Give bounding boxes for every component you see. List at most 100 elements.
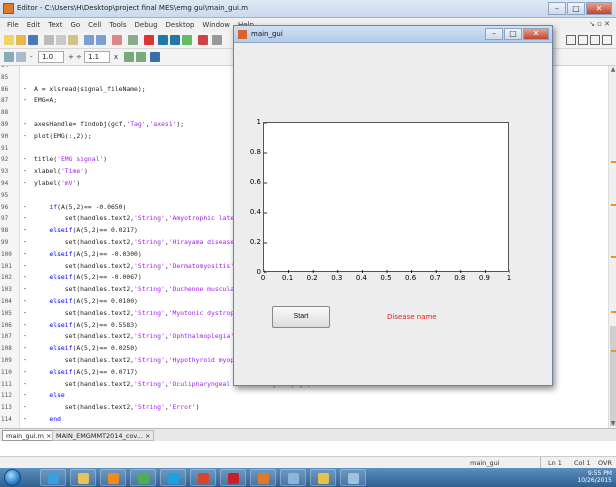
executable-line-marker[interactable]: -: [23, 119, 27, 131]
executable-line-marker[interactable]: -: [23, 261, 27, 273]
analyzer-marker[interactable]: [611, 350, 616, 352]
executable-line-marker[interactable]: -: [23, 272, 27, 284]
cell-advance-icon[interactable]: [136, 52, 146, 62]
find-icon[interactable]: [128, 35, 138, 45]
system-tray-clock[interactable]: 9:55 PM 10/26/2015: [577, 470, 612, 484]
code-line[interactable]: plot(EMG(:,2));: [34, 131, 92, 143]
plot-axes[interactable]: [263, 122, 510, 273]
cell-decrement-button[interactable]: -: [30, 52, 33, 62]
taskbar-media-button[interactable]: [100, 469, 126, 486]
start-menu-button[interactable]: [4, 469, 21, 486]
layout-tile-icon[interactable]: [566, 35, 576, 45]
scroll-thumb[interactable]: [610, 326, 616, 426]
executable-line-marker[interactable]: -: [23, 296, 27, 308]
step-icon[interactable]: [212, 35, 222, 45]
cell-times-button[interactable]: x: [114, 52, 118, 62]
taskbar-explorer-button[interactable]: [70, 469, 96, 486]
executable-line-marker[interactable]: -: [23, 367, 27, 379]
taskbar-app-button[interactable]: [280, 469, 306, 486]
scroll-down-icon[interactable]: ▼: [609, 420, 616, 428]
undo-icon[interactable]: [84, 35, 94, 45]
forward-icon[interactable]: [170, 35, 180, 45]
tab-main-gui[interactable]: main_gui.m ×: [2, 430, 56, 441]
code-line[interactable]: else: [34, 390, 64, 402]
layout-single-icon[interactable]: [602, 35, 612, 45]
code-line[interactable]: set(handles.text2,'String','Ophthalmople…: [34, 331, 238, 343]
executable-line-marker[interactable]: -: [23, 284, 27, 296]
executable-line-marker[interactable]: -: [23, 225, 27, 237]
code-line[interactable]: elseif(A(5,2)== -0.0300): [34, 249, 141, 261]
code-line[interactable]: set(handles.text2,'String','Error'): [34, 402, 200, 414]
code-line[interactable]: elseif(A(5,2)== 0.0717): [34, 367, 138, 379]
executable-line-marker[interactable]: -: [23, 390, 27, 402]
analyzer-marker[interactable]: [611, 204, 616, 206]
executable-line-marker[interactable]: -: [23, 414, 27, 426]
new-file-icon[interactable]: [4, 35, 14, 45]
paste-icon[interactable]: [68, 35, 78, 45]
analyzer-marker[interactable]: [611, 311, 616, 313]
code-line[interactable]: elseif(A(5,2)== -0.0067): [34, 272, 141, 284]
tab-main-emgmmt[interactable]: MAIN_EMGMMT2014_cov... ×: [52, 430, 155, 441]
taskbar-office-button[interactable]: [190, 469, 216, 486]
menu-item-desktop[interactable]: Desktop: [162, 18, 199, 32]
taskbar-skype-button[interactable]: [160, 469, 186, 486]
gui-maximize-button[interactable]: □: [504, 28, 522, 40]
cut-icon[interactable]: [44, 35, 54, 45]
taskbar-other-button[interactable]: [340, 469, 366, 486]
code-line[interactable]: elseif(A(5,2)== 0.0100): [34, 296, 138, 308]
executable-line-marker[interactable]: -: [23, 84, 27, 96]
executable-line-marker[interactable]: -: [23, 154, 27, 166]
cell-increment-button[interactable]: +: [68, 52, 74, 62]
executable-line-marker[interactable]: -: [23, 202, 27, 214]
code-line[interactable]: ylabel('mV'): [34, 178, 80, 190]
menu-item-file[interactable]: File: [3, 18, 23, 32]
copy-icon[interactable]: [56, 35, 66, 45]
cell-mode-icon[interactable]: [4, 52, 14, 62]
menu-item-tools[interactable]: Tools: [105, 18, 130, 32]
dock-controls-icon[interactable]: ↘ ▫ ✕: [589, 20, 610, 28]
executable-line-marker[interactable]: -: [23, 249, 27, 261]
analyzer-marker[interactable]: [611, 256, 616, 258]
executable-line-marker[interactable]: -: [23, 166, 27, 178]
taskbar-paint-button[interactable]: [310, 469, 336, 486]
code-line[interactable]: set(handles.text2,'String','Myotonic dys…: [34, 308, 250, 320]
cell-search-icon[interactable]: [150, 52, 160, 62]
cell-run-icon[interactable]: [124, 52, 134, 62]
gui-minimize-button[interactable]: –: [485, 28, 503, 40]
scroll-up-icon[interactable]: ▲: [609, 66, 616, 74]
executable-line-marker[interactable]: -: [23, 402, 27, 414]
close-button[interactable]: ✕: [586, 2, 612, 15]
menu-item-edit[interactable]: Edit: [23, 18, 45, 32]
executable-line-marker[interactable]: -: [23, 320, 27, 332]
executable-line-marker[interactable]: -: [23, 95, 27, 107]
taskbar-ie-button[interactable]: [40, 469, 66, 486]
layout-float-icon[interactable]: [590, 35, 600, 45]
code-line[interactable]: elseif(A(5,2)== 0.5583): [34, 320, 138, 332]
back-icon[interactable]: [158, 35, 168, 45]
executable-line-marker[interactable]: -: [23, 343, 27, 355]
main-gui-figure-window[interactable]: main_gui – □ ✕ 0 0.1 0.2 0.3 0.4 0.5 0.6 0.7 0.8…: [233, 25, 553, 386]
executable-line-marker[interactable]: -: [23, 178, 27, 190]
code-line[interactable]: set(handles.text2,'String','Dermatomyosi…: [34, 261, 238, 273]
menu-item-debug[interactable]: Debug: [131, 18, 162, 32]
code-line[interactable]: A = xlsread(signal_fileName);: [34, 84, 146, 96]
taskbar-matlab-button[interactable]: [250, 469, 276, 486]
menu-item-go[interactable]: Go: [66, 18, 84, 32]
run-icon[interactable]: [182, 35, 192, 45]
gui-close-button[interactable]: ✕: [523, 28, 549, 40]
layout-split-icon[interactable]: [578, 35, 588, 45]
editor-title-bar[interactable]: Editor - C:\Users\H\Desktop\project fina…: [0, 0, 616, 18]
maximize-button[interactable]: □: [567, 2, 585, 15]
cell-divide-button[interactable]: ÷: [76, 52, 82, 62]
code-line[interactable]: elseif(A(5,2)== 0.0250): [34, 343, 138, 355]
cell-eval-icon[interactable]: [16, 52, 26, 62]
taskbar-acrobat-button[interactable]: [220, 469, 246, 486]
save-icon[interactable]: [28, 35, 38, 45]
editor-vertical-scrollbar[interactable]: ▲ ▼: [608, 66, 616, 428]
cell-value-field-2[interactable]: 1.1: [84, 51, 110, 63]
menu-item-window[interactable]: Window: [198, 18, 234, 32]
executable-line-marker[interactable]: -: [23, 213, 27, 225]
cell-value-field-1[interactable]: 1.0: [38, 51, 64, 63]
executable-line-marker[interactable]: -: [23, 131, 27, 143]
menu-item-text[interactable]: Text: [44, 18, 66, 32]
